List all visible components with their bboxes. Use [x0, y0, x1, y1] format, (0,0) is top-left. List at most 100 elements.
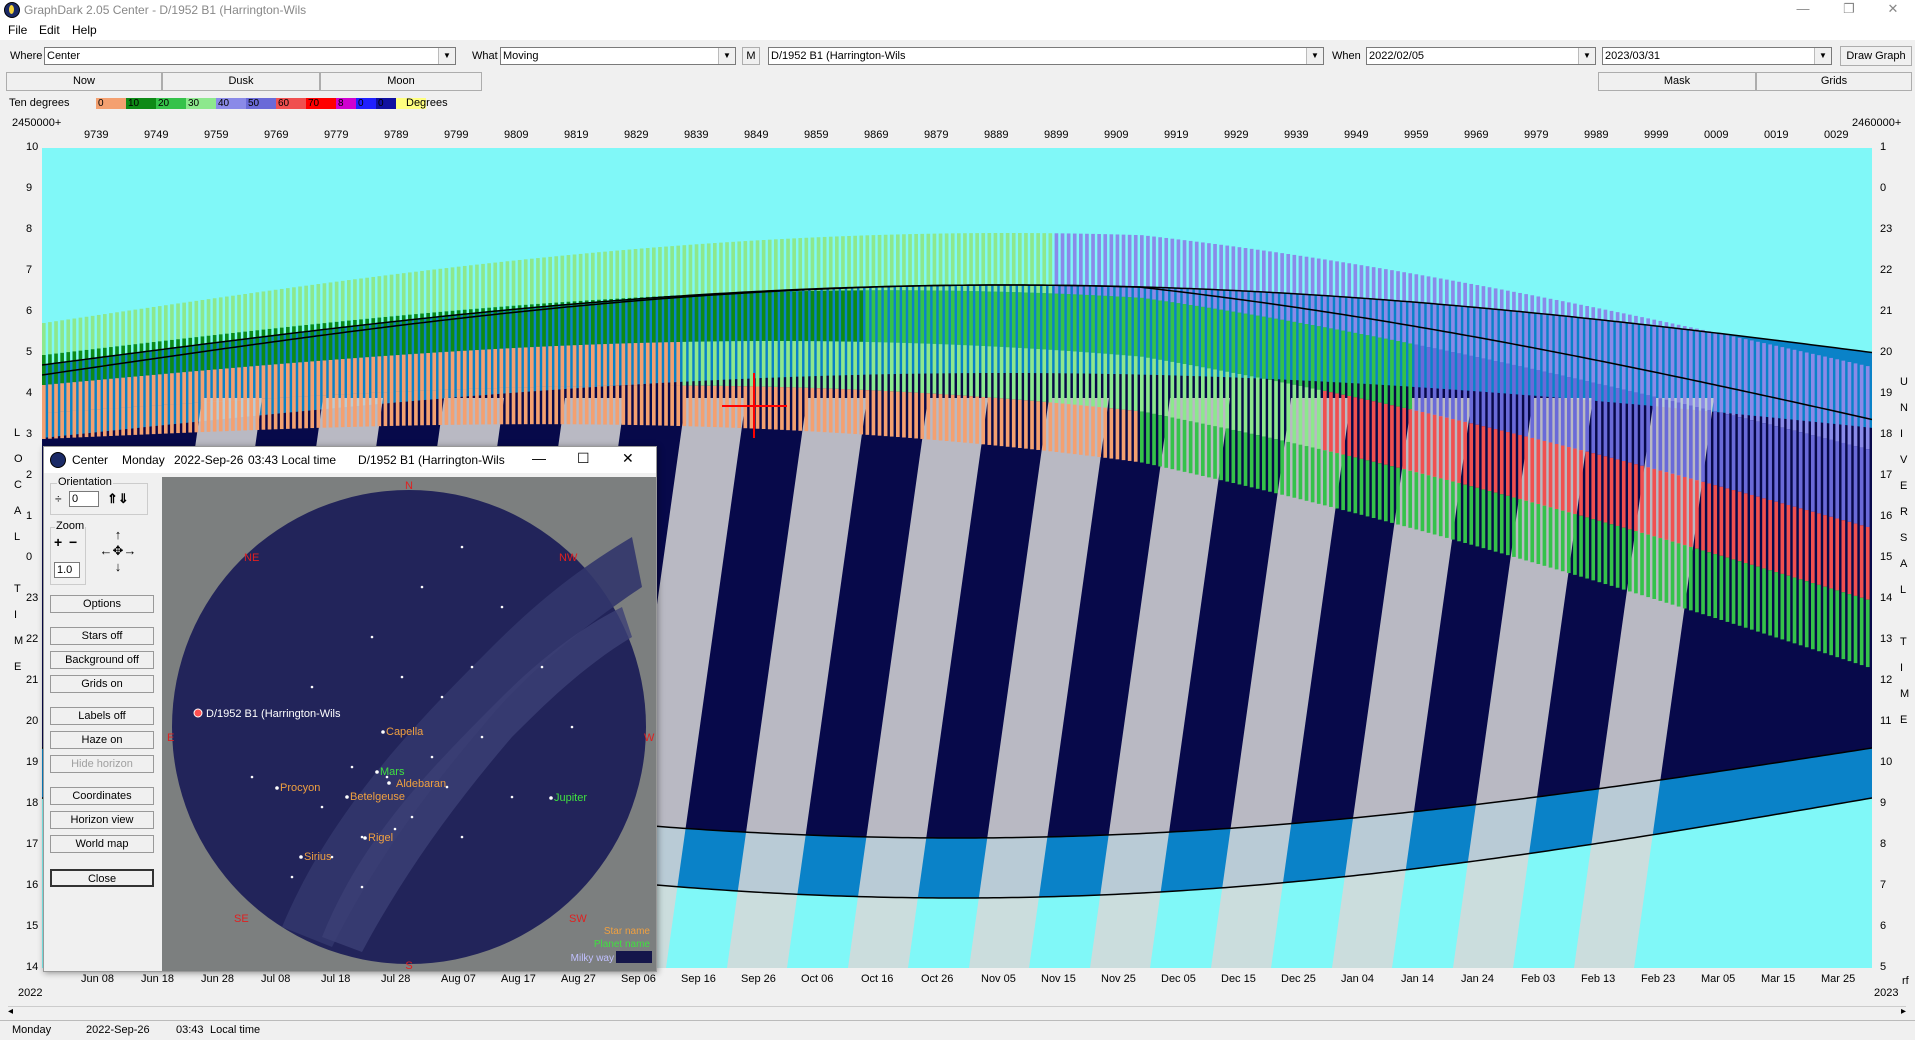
- orientation-input[interactable]: 0: [69, 491, 99, 507]
- altitude-band-segment: [1048, 293, 1053, 350]
- local-time-tick: 23: [26, 592, 39, 604]
- pan-arrows-icon[interactable]: ↑ ←✥→ ↓: [92, 527, 144, 583]
- menu-help[interactable]: Help: [72, 23, 97, 37]
- altitude-band-segment: [249, 293, 254, 331]
- altitude-band-segment: [621, 385, 626, 425]
- world-map-button[interactable]: World map: [50, 835, 154, 853]
- altitude-band-segment: [438, 389, 443, 425]
- toolbar: Where Center ▼ What Moving ▼ M D/1952 B1…: [0, 42, 1915, 70]
- altitude-band-segment: [420, 270, 424, 314]
- sirius-label: Sirius: [304, 851, 332, 863]
- altitude-band-segment: [944, 233, 949, 291]
- altitude-band-segment: [847, 235, 851, 291]
- altitude-band-segment: [1030, 348, 1034, 401]
- altitude-band-segment: [950, 394, 955, 442]
- sky-chart[interactable]: N NE NW E W SE SW S D/1952 B1 (Harringto…: [162, 477, 656, 972]
- altitude-band-segment: [1658, 470, 1663, 539]
- haze-on-button[interactable]: Haze on: [50, 731, 154, 749]
- m-button[interactable]: M: [742, 47, 760, 65]
- labels-off-button[interactable]: Labels off: [50, 707, 154, 725]
- zoom-in-icon[interactable]: +: [54, 534, 62, 550]
- altitude-band-segment: [176, 372, 180, 405]
- minimize-button[interactable]: —: [1780, 0, 1826, 20]
- altitude-band-segment: [877, 342, 882, 391]
- universal-time-title-letter: I: [1900, 428, 1904, 440]
- altitude-band-segment: [1792, 577, 1797, 644]
- close-window-button[interactable]: ✕: [1870, 0, 1915, 20]
- what-select[interactable]: Moving ▼: [500, 47, 736, 65]
- altitude-band-segment: [1005, 398, 1010, 447]
- draw-graph-button[interactable]: Draw Graph: [1840, 46, 1912, 66]
- altitude-band-segment: [938, 394, 943, 441]
- altitude-band-segment: [218, 401, 223, 432]
- altitude-band-segment: [1060, 403, 1065, 453]
- altitude-band-segment: [48, 384, 52, 413]
- altitude-band-segment: [999, 233, 1004, 292]
- altitude-band-segment: [1042, 233, 1047, 294]
- altitude-band-segment: [1408, 409, 1413, 471]
- altitude-band-segment: [1072, 351, 1077, 405]
- scroll-right-icon[interactable]: ▸: [1901, 1006, 1906, 1017]
- altitude-band-segment: [1280, 319, 1284, 383]
- star-dot: [440, 695, 444, 699]
- altitude-band-segment: [1420, 275, 1425, 346]
- altitude-band-segment: [200, 402, 205, 433]
- altitude-band-segment: [713, 293, 717, 342]
- object-select[interactable]: D/1952 B1 (Harrington-Wils ▼: [768, 47, 1324, 65]
- altitude-band-segment: [920, 290, 925, 344]
- horizon-view-button[interactable]: Horizon view: [50, 811, 154, 829]
- altitude-band-segment: [1701, 550, 1705, 615]
- zoom-input[interactable]: 1.0: [54, 562, 80, 578]
- comet-marker[interactable]: [193, 708, 203, 718]
- altitude-band-segment: [767, 386, 772, 430]
- altitude-band-segment: [883, 290, 888, 343]
- altitude-band-segment: [566, 255, 571, 302]
- moon-button[interactable]: Moon: [320, 72, 482, 91]
- dialog-minimize-button[interactable]: —: [532, 450, 546, 466]
- close-dialog-button[interactable]: Close: [50, 869, 154, 887]
- altitude-band-segment: [1225, 371, 1230, 429]
- altitude-band-segment: [1420, 345, 1425, 413]
- altitude-band-segment: [1487, 427, 1492, 492]
- dialog-maximize-button[interactable]: ☐: [577, 450, 590, 467]
- horizontal-scrollbar[interactable]: ◂ ▸: [8, 1006, 1906, 1019]
- altitude-band-segment: [688, 341, 693, 386]
- altitude-band-segment: [828, 388, 833, 433]
- altitude-band-segment: [1743, 339, 1748, 419]
- menu-edit[interactable]: Edit: [39, 23, 60, 37]
- scroll-left-icon[interactable]: ◂: [8, 1006, 13, 1017]
- mask-button[interactable]: Mask: [1598, 72, 1756, 91]
- dusk-button[interactable]: Dusk: [162, 72, 320, 91]
- altitude-band-segment: [334, 281, 339, 322]
- altitude-band-segment: [383, 275, 388, 317]
- altitude-band-segment: [908, 234, 912, 291]
- altitude-band-segment: [206, 402, 211, 432]
- altitude-band-segment: [145, 406, 150, 435]
- chevron-down-icon: ▼: [718, 48, 735, 64]
- altitude-band-segment: [615, 343, 620, 386]
- grids-on-button[interactable]: Grids on: [50, 675, 154, 693]
- altitude-band-segment: [1079, 294, 1083, 352]
- background-off-button[interactable]: Background off: [50, 651, 154, 669]
- altitude-band-segment: [1481, 426, 1486, 490]
- dialog-close-icon[interactable]: ✕: [622, 450, 634, 467]
- date-tick: Aug 27: [561, 973, 596, 985]
- rotate-icon[interactable]: ÷: [55, 492, 62, 506]
- local-time-tick: 20: [26, 715, 39, 727]
- where-select[interactable]: Center ▼: [44, 47, 456, 65]
- maximize-button[interactable]: ❐: [1826, 0, 1872, 20]
- coordinates-button[interactable]: Coordinates: [50, 787, 154, 805]
- stars-off-button[interactable]: Stars off: [50, 627, 154, 645]
- altitude-band-segment: [792, 341, 796, 388]
- end-date-select[interactable]: 2023/03/31 ▼: [1602, 47, 1832, 65]
- hide-horizon-button[interactable]: Hide horizon: [50, 755, 154, 773]
- zoom-out-icon[interactable]: −: [69, 534, 77, 550]
- now-button[interactable]: Now: [6, 72, 162, 91]
- orientation-up-icon[interactable]: ⇑⇓: [107, 491, 129, 507]
- grids-button[interactable]: Grids: [1756, 72, 1912, 91]
- menu-file[interactable]: File: [8, 23, 27, 37]
- options-button[interactable]: Options: [50, 595, 154, 613]
- start-date-select[interactable]: 2022/02/05 ▼: [1366, 47, 1596, 65]
- universal-time-title-letter: N: [1900, 402, 1908, 414]
- altitude-band-segment: [1414, 410, 1419, 473]
